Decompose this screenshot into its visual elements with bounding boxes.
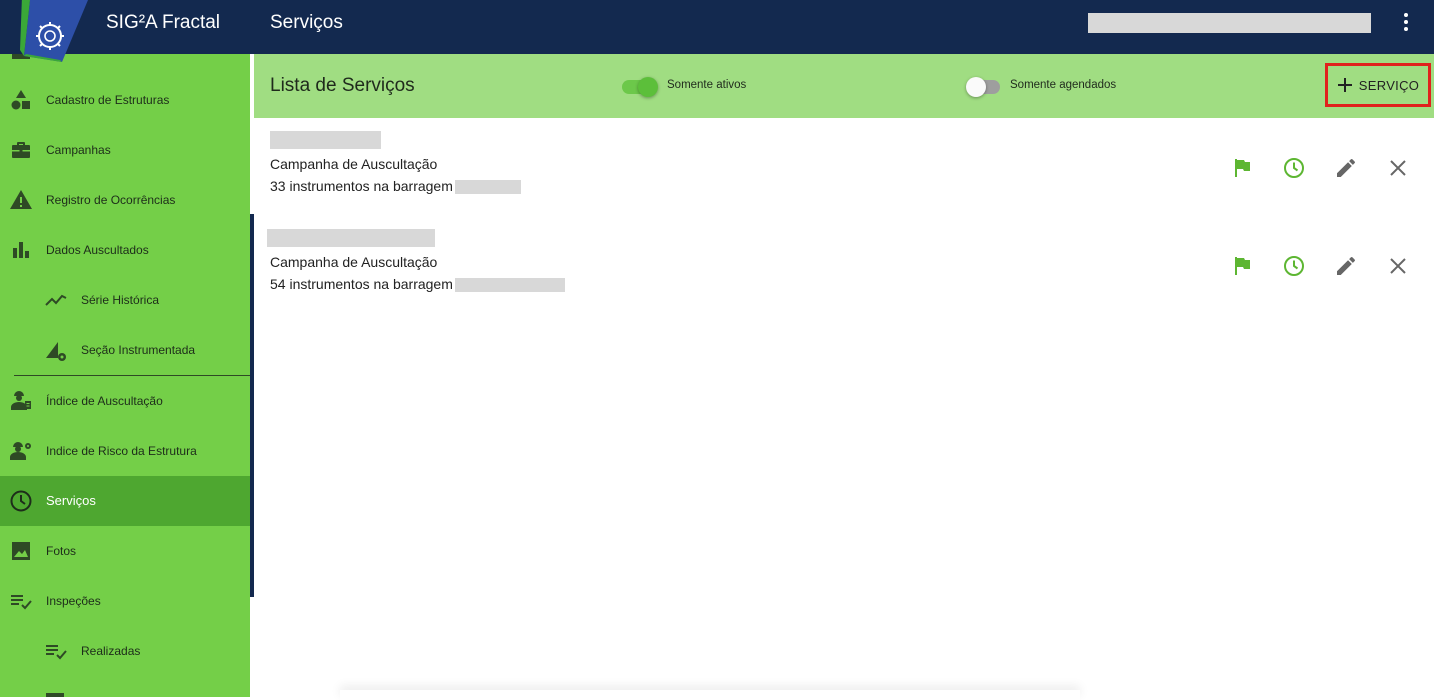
add-service-label: SERVIÇO: [1358, 77, 1420, 93]
engineer-gear-icon: [10, 442, 31, 460]
toggle-knob: [966, 77, 986, 97]
flag-icon[interactable]: [1230, 254, 1254, 278]
service-name-redacted: [270, 131, 381, 149]
checklist-icon: [11, 595, 32, 610]
close-icon[interactable]: [1386, 254, 1410, 278]
dam-name-redacted: [454, 180, 521, 195]
sidebar: Cadastro de Estruturas Campanhas Registr…: [0, 54, 250, 697]
toggle-knob: [638, 77, 658, 97]
schedule-clock-icon[interactable]: [1282, 156, 1306, 180]
service-name-redacted: [267, 229, 435, 247]
list-title: Lista de Serviços: [270, 75, 415, 96]
plus-icon: [1337, 78, 1352, 92]
app-logo-icon[interactable]: [10, 0, 96, 62]
section-gear-icon: [46, 342, 66, 361]
trend-line-icon: [45, 294, 67, 306]
service-count-text: 33 instrumentos na barragem: [270, 178, 453, 194]
warning-icon: [10, 190, 32, 209]
toggle-label: Somente ativos: [667, 79, 747, 91]
sidebar-item-indice-auscultacao[interactable]: Índice de Auscultação: [0, 376, 250, 426]
sidebar-item-indice-risco[interactable]: Indice de Risco da Estrutura: [0, 426, 250, 476]
sidebar-item-secao-instrumentada[interactable]: Seção Instrumentada: [0, 325, 250, 375]
list-item[interactable]: Campanha de Auscultação 54 instrumentos …: [254, 216, 1434, 314]
edit-pencil-icon[interactable]: [1334, 156, 1358, 180]
edit-pencil-icon[interactable]: [1334, 254, 1358, 278]
sidebar-item-label: Indice de Risco da Estrutura: [46, 444, 197, 458]
sidebar-item-registro-ocorrencias[interactable]: Registro de Ocorrências: [0, 175, 250, 225]
schedule-clock-icon[interactable]: [1282, 254, 1306, 278]
top-app-bar: SIG²A Fractal Serviços: [0, 0, 1434, 62]
sidebar-item-cadastro-estruturas[interactable]: Cadastro de Estruturas: [0, 75, 250, 125]
user-info-redacted: [1088, 13, 1371, 33]
sidebar-item-label: Cadastro de Estruturas: [46, 93, 170, 107]
sidebar-item-label: Fotos: [46, 544, 77, 558]
sidebar-item-campanhas[interactable]: Campanhas: [0, 125, 250, 175]
sidebar-item-servicos[interactable]: Serviços: [0, 476, 250, 526]
sidebar-item-dados-auscultados[interactable]: Dados Auscultados: [0, 225, 250, 275]
partial-item-icon: [46, 693, 64, 697]
briefcase-icon: [12, 142, 30, 158]
list-item[interactable]: Campanha de Auscultação 33 instrumentos …: [254, 118, 1434, 216]
sidebar-item-label: Registro de Ocorrências: [46, 193, 176, 207]
list-toolbar: Lista de Serviços Somente ativos Somente…: [254, 54, 1434, 118]
sidebar-item-label: Campanhas: [46, 143, 111, 157]
flag-icon[interactable]: [1230, 156, 1254, 180]
page-title: Serviços: [270, 12, 343, 33]
sidebar-item-serie-historica[interactable]: Série Histórica: [0, 275, 250, 325]
sidebar-item-inspecoes[interactable]: Inspeções: [0, 576, 250, 626]
sidebar-item-label: Dados Auscultados: [46, 243, 149, 257]
app-title: SIG²A Fractal: [106, 12, 221, 33]
service-count: 33 instrumentos na barragem: [270, 178, 521, 195]
dam-name-redacted: [454, 278, 565, 293]
service-type: Campanha de Auscultação: [270, 156, 438, 172]
service-type: Campanha de Auscultação: [270, 254, 438, 270]
bottom-panel-shadow: [340, 690, 1080, 700]
sidebar-item-label: Série Histórica: [81, 293, 160, 307]
bar-chart-icon: [13, 242, 29, 258]
image-icon: [12, 542, 30, 560]
sidebar-item-label: Serviços: [46, 493, 96, 508]
toggle-label: Somente agendados: [1010, 79, 1117, 91]
more-vert-icon: [1404, 13, 1408, 31]
checklist-icon: [46, 645, 67, 660]
service-count: 54 instrumentos na barragem: [270, 276, 565, 293]
close-icon[interactable]: [1386, 156, 1410, 180]
sidebar-item-label: Seção Instrumentada: [81, 343, 196, 357]
service-count-text: 54 instrumentos na barragem: [270, 276, 453, 292]
sidebar-item-label: Inspeções: [46, 594, 101, 608]
add-service-button[interactable]: SERVIÇO: [1325, 63, 1431, 107]
sidebar-item-label: Realizadas: [81, 644, 141, 658]
more-menu-button[interactable]: [1394, 10, 1418, 34]
engineer-icon: [11, 391, 31, 410]
shapes-icon: [11, 90, 30, 110]
sidebar-item-label: Índice de Auscultação: [46, 394, 163, 408]
clock-icon: [10, 490, 32, 512]
sidebar-item-fotos[interactable]: Fotos: [0, 526, 250, 576]
sidebar-item-realizadas[interactable]: Realizadas: [0, 626, 250, 676]
